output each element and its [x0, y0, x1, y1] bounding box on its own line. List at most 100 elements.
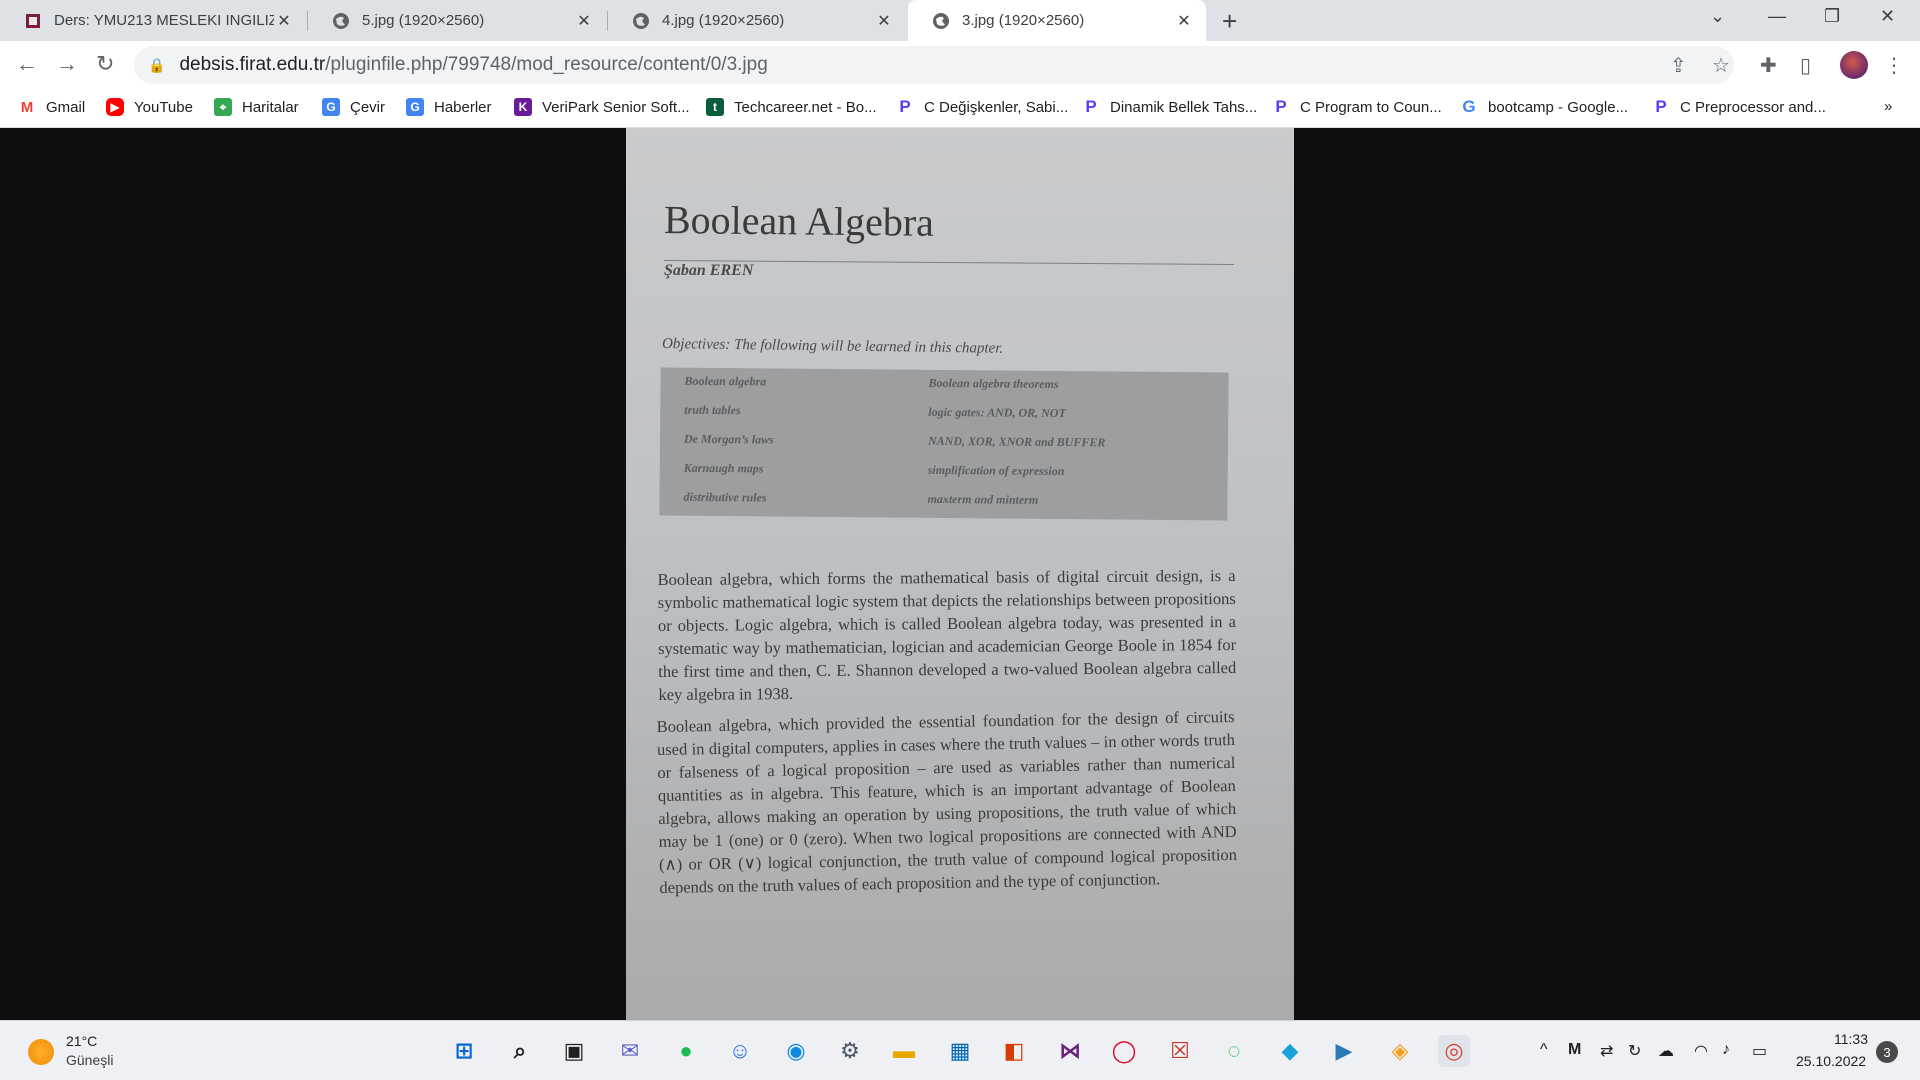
moodle-favicon-icon — [26, 13, 40, 28]
bookmark-haritalar[interactable]: ⌖ Haritalar — [214, 98, 299, 116]
messenger-icon[interactable]: ☺ — [724, 1035, 756, 1067]
objective-item: Boolean algebra — [684, 373, 767, 389]
back-icon[interactable]: ← — [16, 51, 38, 77]
google-icon: G — [1462, 97, 1476, 116]
weather-temperature[interactable]: 21°C — [66, 1033, 97, 1049]
side-panel-icon[interactable]: ▯ — [1800, 53, 1811, 78]
youtube-icon: ▶ — [106, 98, 124, 116]
objective-item: simplification of expression — [927, 462, 1065, 479]
bookmark-gmail[interactable]: M Gmail — [18, 98, 85, 116]
share-icon[interactable]: ⇪ — [1670, 53, 1687, 78]
document-photo[interactable]: Boolean Algebra Şaban EREN Objectives: T… — [626, 128, 1294, 1020]
notification-badge[interactable]: 3 — [1876, 1041, 1898, 1063]
maps-icon: ⌖ — [214, 98, 232, 116]
close-tab-icon[interactable]: ✕ — [274, 11, 294, 31]
clock-time[interactable]: 11:33 — [1834, 1031, 1868, 1047]
file-explorer-icon[interactable]: ▬ — [888, 1035, 920, 1067]
taskbar: 21°C Güneşli ⊞ ⌕ ▣ ✉ ● ☺ ◉ ⚙ ▬ ▦ ◧ ⋈ ◯ ☒… — [0, 1020, 1920, 1080]
tab-3jpg[interactable]: 3.jpg (1920×2560) ✕ — [908, 0, 1206, 41]
tab-5jpg[interactable]: 5.jpg (1920×2560) ✕ — [308, 0, 606, 41]
programiz-icon: P — [1655, 97, 1667, 116]
settings-gear-icon[interactable]: ⚙ — [834, 1035, 866, 1067]
objective-item: distributive rules — [683, 489, 767, 505]
menu-icon[interactable]: ⋮ — [1884, 53, 1904, 78]
spotify-icon[interactable]: ● — [670, 1035, 702, 1067]
teams-chat-icon[interactable]: ✉ — [614, 1035, 646, 1067]
bookmark-cevir[interactable]: G Çevir — [322, 98, 385, 116]
image-viewer: Boolean Algebra Şaban EREN Objectives: T… — [0, 128, 1920, 1020]
app-cs-icon[interactable]: ☒ — [1164, 1035, 1196, 1067]
objective-item: Boolean algebra theorems — [928, 375, 1059, 391]
weather-condition[interactable]: Güneşli — [66, 1052, 113, 1068]
close-window-button[interactable]: ✕ — [1880, 6, 1895, 27]
more-bookmarks-button[interactable]: » — [1884, 98, 1892, 115]
url-text: debsis.firat.edu.tr/pluginfile.php/79974… — [179, 54, 768, 75]
app-circle-icon[interactable]: ◌ — [1218, 1035, 1250, 1067]
tab-4jpg[interactable]: 4.jpg (1920×2560) ✕ — [608, 0, 906, 41]
body-paragraph-1: Boolean algebra, which forms the mathema… — [657, 565, 1237, 705]
edge-icon[interactable]: ◉ — [780, 1035, 812, 1067]
tab-ders[interactable]: Ders: YMU213 MESLEKI INGILIZCE ✕ — [0, 0, 306, 41]
programiz-icon: P — [1275, 97, 1287, 116]
globe-icon — [633, 12, 649, 29]
bookmark-haberler[interactable]: G Haberler — [406, 98, 492, 116]
clock-date[interactable]: 25.10.2022 — [1796, 1053, 1866, 1069]
tab-strip: Ders: YMU213 MESLEKI INGILIZCE ✕ 5.jpg (… — [0, 0, 1920, 41]
terminal-icon[interactable]: ▶ — [1328, 1035, 1360, 1067]
start-icon[interactable]: ⊞ — [448, 1035, 480, 1067]
forward-icon[interactable]: → — [56, 51, 78, 77]
store-icon[interactable]: ▦ — [944, 1035, 976, 1067]
bookmark-c-program[interactable]: PC Program to Coun... — [1272, 97, 1441, 116]
address-bar[interactable]: 🔒 debsis.firat.edu.tr/pluginfile.php/799… — [134, 46, 1734, 84]
bookmark-bootcamp[interactable]: Gbootcamp - Google... — [1460, 97, 1628, 116]
tray-app-icon[interactable]: M — [1568, 1041, 1581, 1059]
globe-icon — [933, 12, 949, 29]
bookmark-dinamik-bellek[interactable]: P Dinamik Bellek Tahs... — [1082, 97, 1257, 116]
tray-overflow-icon[interactable]: ^ — [1540, 1041, 1548, 1059]
chapter-author: Şaban EREN — [664, 262, 754, 279]
objective-item: logic gates: AND, OR, NOT — [928, 404, 1066, 421]
search-icon[interactable]: ⌕ — [504, 1035, 536, 1067]
objectives-heading: Objectives: The following will be learne… — [661, 336, 1004, 357]
visual-studio-icon[interactable]: ⋈ — [1054, 1035, 1086, 1067]
translate-icon: G — [322, 98, 340, 116]
task-view-icon[interactable]: ▣ — [558, 1035, 590, 1067]
bookmark-c-degiskenler[interactable]: PC Değişkenler, Sabi... — [896, 97, 1068, 116]
tray-cloud-icon[interactable]: ☁ — [1658, 1041, 1674, 1061]
app-diamond-icon[interactable]: ◆ — [1274, 1035, 1306, 1067]
weather-sun-icon[interactable] — [28, 1039, 54, 1065]
bookmark-techcareer[interactable]: t Techcareer.net - Bo... — [706, 98, 877, 116]
objective-item: truth tables — [684, 402, 741, 418]
chapter-title: Boolean Algebra — [663, 197, 935, 245]
profile-avatar[interactable] — [1840, 51, 1868, 79]
close-tab-icon[interactable]: ✕ — [874, 11, 894, 31]
chrome-icon[interactable]: ◎ — [1438, 1035, 1470, 1067]
opera-icon[interactable]: ◯ — [1108, 1035, 1140, 1067]
battery-icon[interactable]: ▭ — [1752, 1041, 1767, 1061]
bookmark-youtube[interactable]: ▶ YouTube — [106, 98, 193, 116]
volume-icon[interactable]: ♪ — [1722, 1041, 1730, 1059]
minimize-button[interactable]: — — [1768, 6, 1786, 27]
objective-item: Karnaugh maps — [683, 460, 764, 476]
extensions-icon[interactable]: ✚ — [1760, 53, 1777, 78]
tray-switch-icon[interactable]: ⇄ — [1600, 1041, 1613, 1061]
book-page: Boolean Algebra Şaban EREN Objectives: T… — [626, 128, 1294, 1020]
body-paragraph-2: Boolean algebra, which provided the esse… — [656, 706, 1238, 898]
browser-toolbar: ← → ↻ 🔒 debsis.firat.edu.tr/pluginfile.p… — [0, 41, 1920, 89]
reload-icon[interactable]: ↻ — [96, 51, 114, 77]
veripark-icon: K — [514, 98, 532, 116]
tab-search-icon[interactable]: ⌄ — [1710, 6, 1725, 27]
bookmark-veripark[interactable]: K VeriPark Senior Soft... — [514, 98, 690, 116]
app-shield-icon[interactable]: ◈ — [1384, 1035, 1416, 1067]
wifi-icon[interactable]: ◠ — [1694, 1041, 1708, 1061]
close-tab-icon[interactable]: ✕ — [574, 11, 594, 31]
tray-sync-icon[interactable]: ↻ — [1628, 1041, 1641, 1061]
techcareer-icon: t — [706, 98, 724, 116]
bookmark-c-preprocessor[interactable]: PC Preprocessor and... — [1652, 97, 1826, 116]
restore-button[interactable]: ❐ — [1824, 6, 1840, 27]
close-tab-icon[interactable]: ✕ — [1174, 11, 1194, 31]
bookmark-star-icon[interactable]: ☆ — [1712, 53, 1730, 78]
new-tab-button[interactable]: + — [1222, 6, 1237, 37]
bookmarks-bar: M Gmail ▶ YouTube ⌖ Haritalar G Çevir G Haber… — [0, 89, 1920, 128]
office-icon[interactable]: ◧ — [998, 1035, 1030, 1067]
